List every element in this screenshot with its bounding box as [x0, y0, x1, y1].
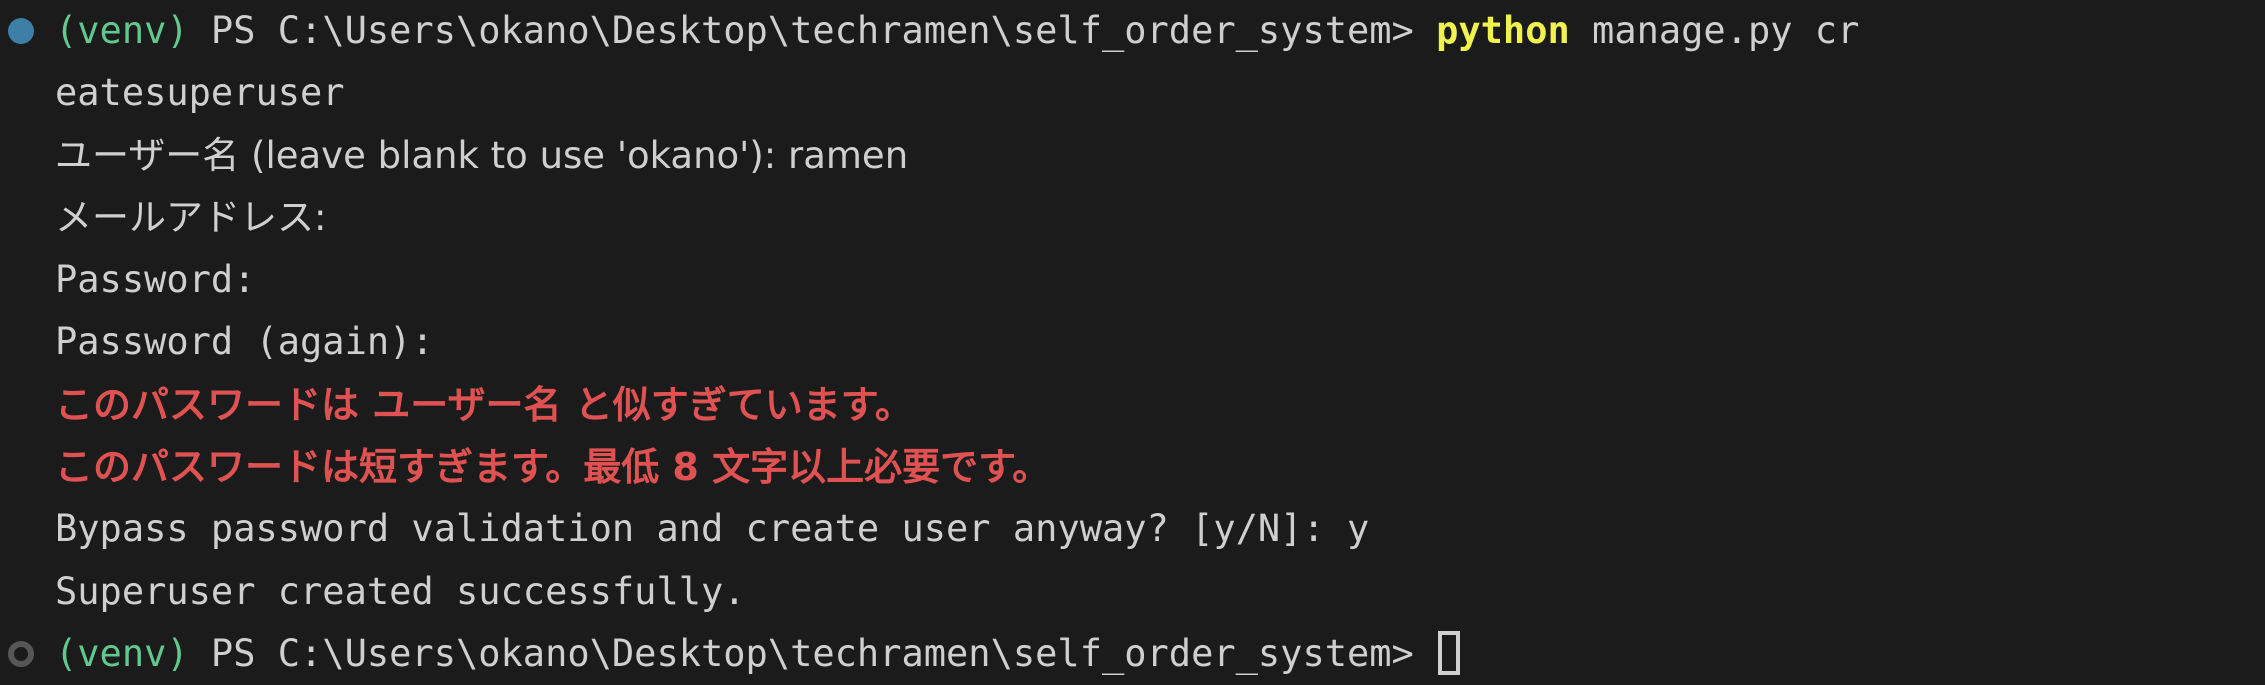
terminal-line: ユーザー名 (leave blank to use 'okano'): rame…	[0, 125, 2265, 187]
terminal-line: eatesuperuser	[0, 62, 2265, 124]
terminal-line: (venv) PS C:\Users\okano\Desktop\techram…	[0, 623, 2265, 685]
terminal-line: (venv) PS C:\Users\okano\Desktop\techram…	[0, 0, 2265, 62]
terminal-text-segment: このパスワードは ユーザー名 と似すぎています。	[55, 382, 913, 427]
terminal-line: Superuser created successfully.	[0, 561, 2265, 623]
terminal-line: このパスワードは ユーザー名 と似すぎています。	[0, 374, 2265, 436]
terminal-text-segment: ユーザー名 (leave blank to use 'okano'): rame…	[55, 133, 909, 177]
terminal-line: Password (again):	[0, 311, 2265, 373]
terminal-text-segment: Password:	[55, 258, 256, 302]
terminal-output-pane[interactable]: (venv) PS C:\Users\okano\Desktop\techram…	[0, 0, 2265, 685]
command-idle-marker-icon	[8, 641, 34, 668]
terminal-text-segment: (venv)	[55, 631, 189, 675]
terminal-text-segment: Superuser created successfully.	[55, 569, 746, 613]
terminal-text-segment: メールアドレス:	[55, 195, 327, 239]
terminal-text-segment: Bypass password validation and create us…	[55, 507, 1370, 551]
terminal-text-segment: PS C:\Users\okano\Desktop\techramen\self…	[188, 9, 1437, 52]
terminal-line: Password:	[0, 249, 2265, 311]
terminal-text-segment: manage.py cr	[1569, 9, 1860, 52]
terminal-text-segment: (venv)	[55, 9, 189, 52]
terminal-text-segment: eatesuperuser	[55, 71, 345, 115]
terminal-line: メールアドレス:	[0, 187, 2265, 249]
terminal-cursor[interactable]	[1438, 630, 1461, 675]
terminal-text-segment: このパスワードは短すぎます。最低 8 文字以上必要です。	[55, 445, 1051, 490]
terminal-text-segment: Password (again):	[55, 320, 434, 364]
terminal-text-segment: PS C:\Users\okano\Desktop\techramen\self…	[188, 631, 1437, 675]
terminal-line: このパスワードは短すぎます。最低 8 文字以上必要です。	[0, 436, 2265, 498]
terminal-line: Bypass password validation and create us…	[0, 498, 2265, 560]
command-success-marker-icon	[8, 18, 34, 45]
terminal-text-segment: python	[1436, 9, 1570, 52]
